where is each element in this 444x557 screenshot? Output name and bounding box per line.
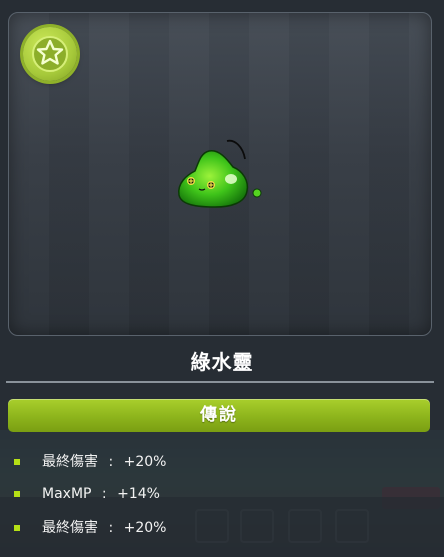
stat-value: +20% [123,520,167,536]
pet-name: 綠水靈 [190,350,254,374]
bullet-icon [14,459,20,465]
stat-row: 最終傷害 : +20% [14,452,166,472]
stat-value: +14% [117,486,160,502]
bullet-icon [14,525,20,531]
bullet-icon [14,491,20,497]
stat-sep: : [108,520,114,536]
stat-label: 最終傷害 [42,454,98,470]
divider [6,381,434,383]
pet-preview-panel [8,12,432,336]
stat-sep: : [101,486,107,502]
stat-label: MaxMP [42,486,92,502]
stat-value: +20% [123,454,167,470]
stat-sep: : [108,454,114,470]
star-icon [36,39,64,65]
pet-info-dialog: 綠水靈 傳說 最終傷害 : +20% MaxMP : +14% 最終傷害 : +… [0,0,444,557]
stat-row: MaxMP : +14% [14,484,160,504]
rank-bar: 傳說 [8,399,430,432]
green-slime-icon [178,139,262,208]
stat-label: 最終傷害 [42,520,98,536]
rank-badge [23,27,77,81]
stat-row: 最終傷害 : +20% [14,518,166,538]
